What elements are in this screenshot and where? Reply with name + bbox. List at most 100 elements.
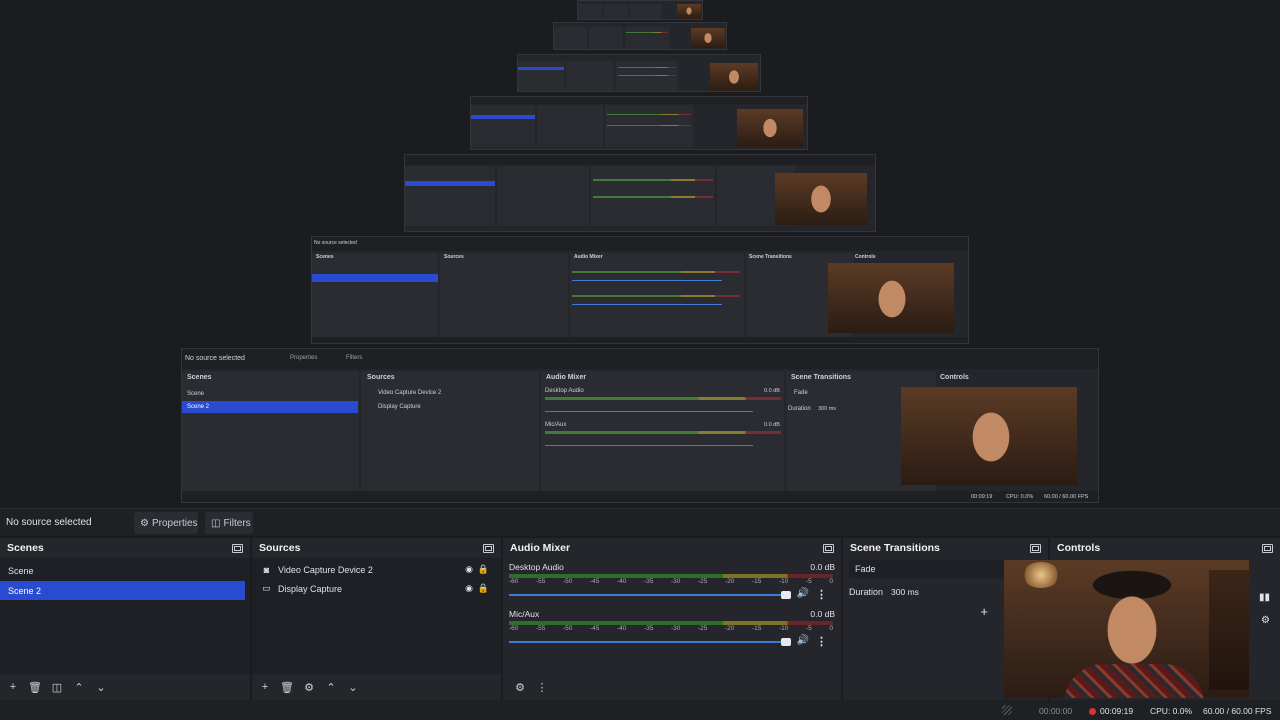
nested-mixer-title: Audio Mixer xyxy=(546,374,587,381)
nested-filters-button: Filters xyxy=(346,355,363,361)
scenes-title: Scenes xyxy=(7,542,44,554)
pause-icon[interactable]: ▮▮ xyxy=(1259,592,1270,603)
tick-label: -25 xyxy=(698,625,708,632)
nested-preview-level-3 xyxy=(404,154,876,232)
nested-channel-name: Desktop Audio xyxy=(545,388,584,394)
gear-icon[interactable]: ⚙ xyxy=(300,678,318,696)
undock-icon[interactable] xyxy=(823,543,834,553)
add-icon[interactable]: + xyxy=(4,678,22,696)
nested-preview-level-2: No source selected Scenes Sources Audio … xyxy=(311,236,969,344)
volume-slider-handle[interactable] xyxy=(781,638,791,646)
tick-label: -40 xyxy=(617,578,627,585)
more-options-icon[interactable]: ⋮ xyxy=(816,635,827,648)
volume-slider[interactable] xyxy=(509,641,783,643)
more-options-icon[interactable]: ⋮ xyxy=(533,678,551,696)
tick-label: -55 xyxy=(536,578,546,585)
nested-preview-level-4 xyxy=(470,96,808,150)
person xyxy=(1064,664,1204,698)
tick-label: 0 xyxy=(829,578,833,585)
controls-title: Controls xyxy=(1057,542,1101,554)
camera-icon: ◙ xyxy=(263,564,270,575)
tick-label: -60 xyxy=(509,578,519,585)
meter-scale: -60 -55 -50 -45 -40 -35 -30 -25 -20 -15 … xyxy=(509,578,835,588)
eye-icon[interactable]: ◉ xyxy=(465,564,473,575)
nested-transitions-title: Scene Transitions xyxy=(791,374,851,381)
volume-slider-handle[interactable] xyxy=(781,591,791,599)
trash-icon[interactable]: 🗑 xyxy=(278,678,296,696)
tick-label: -20 xyxy=(725,578,735,585)
filters-button[interactable]: ◫ Filters xyxy=(205,512,253,534)
audio-mixer-dock: Audio Mixer Desktop Audio 0.0 dB -60 -55… xyxy=(503,538,842,700)
audio-mixer-title: Audio Mixer xyxy=(510,542,571,554)
trash-icon[interactable]: 🗑 xyxy=(26,678,44,696)
properties-label: Properties xyxy=(151,517,198,529)
eye-icon[interactable]: ◉ xyxy=(465,583,473,594)
duration-input[interactable]: 300 ms xyxy=(891,587,919,597)
nested-mixer-title: Audio Mixer xyxy=(574,254,603,260)
nested-no-source-label: No source selected xyxy=(185,355,245,362)
undock-icon[interactable] xyxy=(232,543,243,553)
nested-no-source-label: No source selected xyxy=(314,240,357,246)
undock-icon[interactable] xyxy=(483,543,494,553)
volume-slider[interactable] xyxy=(509,594,783,596)
nested-channel-name: Mic/Aux xyxy=(545,422,567,428)
nested-scene-item: Scene xyxy=(187,391,205,397)
nested-preview-level-7 xyxy=(577,0,703,20)
tick-label: -45 xyxy=(590,625,600,632)
nested-preview-level-5 xyxy=(517,54,761,92)
nested-transitions-title: Scene Transitions xyxy=(749,254,792,260)
network-icon xyxy=(1002,705,1012,715)
recording-time: 00:09:19 xyxy=(1100,706,1134,716)
nested-preview-level-1: No source selected Properties Filters Sc… xyxy=(181,348,1099,503)
nested-scenes-title: Scenes xyxy=(316,254,334,260)
mixer-channel-desktop-audio: Desktop Audio 0.0 dB -60 -55 -50 -45 -40… xyxy=(509,562,835,606)
speaker-icon[interactable]: 🔊 xyxy=(797,588,809,599)
channel-name: Desktop Audio xyxy=(509,562,564,572)
scene-item-scene[interactable]: Scene xyxy=(0,561,245,580)
speaker-icon[interactable]: 🔊 xyxy=(797,635,809,646)
status-bar: 00:00:00 00:09:19 CPU: 0.0% 60.00 / 60.0… xyxy=(0,700,1280,720)
add-transition-icon[interactable]: + xyxy=(980,604,988,619)
lock-icon[interactable]: 🔒 xyxy=(478,583,489,594)
channel-db: 0.0 dB xyxy=(810,562,835,572)
duration-row: Duration 300 ms xyxy=(849,583,919,601)
tick-label: -5 xyxy=(806,625,812,632)
properties-button[interactable]: ⚙ Properties xyxy=(134,512,198,534)
move-down-icon[interactable]: ⌄ xyxy=(92,678,110,696)
channel-name: Mic/Aux xyxy=(509,609,540,619)
nested-source-item: Video Capture Device 2 xyxy=(378,390,442,396)
move-down-icon[interactable]: ⌄ xyxy=(344,678,362,696)
move-up-icon[interactable]: ⌃ xyxy=(322,678,340,696)
nested-controls-title: Controls xyxy=(855,254,876,260)
advanced-audio-icon[interactable]: ⚙ xyxy=(511,678,529,696)
tick-label: -40 xyxy=(617,625,627,632)
tick-label: -35 xyxy=(644,578,654,585)
lock-icon[interactable]: 🔒 xyxy=(478,564,489,575)
nested-duration-label: Duration xyxy=(788,406,811,412)
lamp xyxy=(1022,562,1060,588)
scene-item-scene-2[interactable]: Scene 2 xyxy=(0,581,245,600)
move-up-icon[interactable]: ⌃ xyxy=(70,678,88,696)
nested-preview-level-6 xyxy=(553,22,727,50)
source-item-display-capture[interactable]: ▭ Display Capture ◉ 🔒 xyxy=(252,579,501,598)
nested-scenes-title: Scenes xyxy=(187,374,212,381)
gear-icon[interactable]: ⚙ xyxy=(1261,615,1270,626)
nested-controls-title: Controls xyxy=(940,374,969,381)
add-icon[interactable]: + xyxy=(256,678,274,696)
source-item-video-capture[interactable]: ◙ Video Capture Device 2 ◉ 🔒 xyxy=(252,560,501,579)
tick-label: -5 xyxy=(806,578,812,585)
tick-label: -15 xyxy=(752,625,762,632)
tick-label: -10 xyxy=(779,625,789,632)
scene-item-label: Scene 2 xyxy=(8,585,42,596)
more-options-icon[interactable]: ⋮ xyxy=(816,588,827,601)
scene-filters-icon[interactable]: ◫ xyxy=(48,678,66,696)
nested-sources-title: Sources xyxy=(444,254,464,260)
undock-icon[interactable] xyxy=(1262,543,1273,553)
undock-icon[interactable] xyxy=(1030,543,1041,553)
duration-label: Duration xyxy=(849,587,884,597)
tick-label: -20 xyxy=(725,625,735,632)
stream-time: 00:00:00 xyxy=(1039,706,1073,716)
transition-value: Fade xyxy=(855,564,876,574)
tick-label: -60 xyxy=(509,625,519,632)
tick-label: -50 xyxy=(563,625,573,632)
